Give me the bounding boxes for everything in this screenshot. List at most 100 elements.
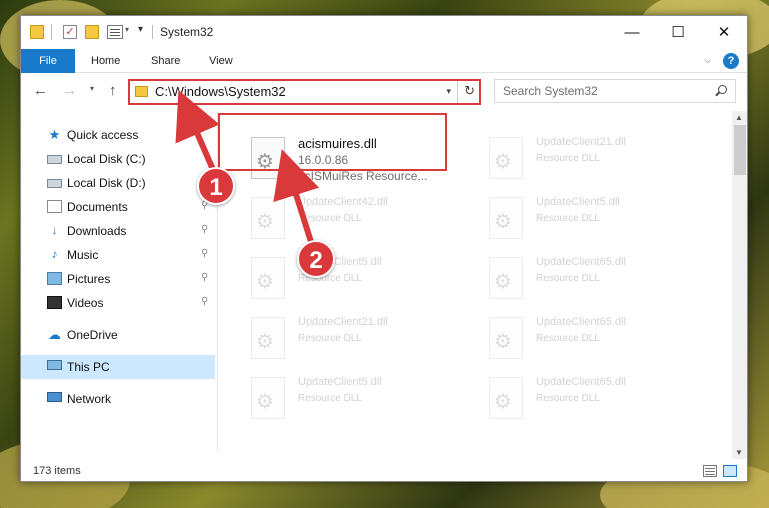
file-item[interactable]: UpdateClient5.dllResource DLL bbox=[241, 371, 466, 427]
pin-icon[interactable]: ⚲ bbox=[201, 224, 208, 235]
highlight-box-file bbox=[218, 113, 447, 171]
videos-icon bbox=[47, 296, 62, 309]
sidebar-item-label: Local Disk (D:) bbox=[67, 176, 146, 190]
dll-file-icon bbox=[489, 257, 523, 299]
back-arrow-icon[interactable]: ← bbox=[33, 82, 48, 99]
file-item[interactable]: UpdateClient65.dll Resource DLL bbox=[479, 311, 704, 367]
address-path[interactable]: C:\Windows\System32 bbox=[155, 84, 286, 99]
dll-file-icon bbox=[251, 197, 285, 239]
up-arrow-icon[interactable]: ↑ bbox=[109, 82, 117, 99]
sidebar-item-local-disk-d[interactable]: Local Disk (D:) bbox=[21, 171, 215, 195]
dll-file-icon bbox=[251, 377, 285, 419]
file-type: Resource DLL bbox=[298, 333, 362, 344]
dll-file-icon bbox=[489, 317, 523, 359]
item-count: 173 items bbox=[33, 465, 81, 477]
help-icon[interactable]: ? bbox=[723, 53, 739, 69]
sidebar-item-pictures[interactable]: Pictures ⚲ bbox=[21, 267, 215, 291]
sidebar-item-this-pc[interactable]: This PC bbox=[21, 355, 215, 379]
pictures-icon bbox=[47, 272, 62, 285]
sidebar-item-videos[interactable]: Videos ⚲ bbox=[21, 291, 215, 315]
sidebar-item-label: Network bbox=[67, 392, 112, 406]
disk-icon bbox=[47, 179, 62, 188]
pin-icon[interactable]: ⚲ bbox=[201, 296, 208, 307]
sidebar-item-quick-access[interactable]: ★ Quick access bbox=[21, 123, 215, 147]
chevron-down-icon[interactable]: ⌵ bbox=[704, 55, 711, 66]
sidebar-item-local-disk-c[interactable]: Local Disk (C:) bbox=[21, 147, 215, 171]
pin-icon[interactable]: ⚲ bbox=[201, 272, 208, 283]
step-2-badge: 2 bbox=[297, 240, 335, 278]
file-item[interactable]: UpdateClient65.dll Resource DLL bbox=[479, 251, 704, 307]
tab-view[interactable]: View bbox=[195, 49, 247, 73]
file-name: UpdateClient65.dll bbox=[536, 376, 626, 388]
address-bar[interactable]: C:\Windows\System32 ▾ ↻ bbox=[128, 79, 481, 105]
file-type: Resource DLL bbox=[298, 213, 362, 224]
sidebar-item-network[interactable]: Network bbox=[21, 387, 215, 411]
new-folder-icon[interactable] bbox=[85, 25, 99, 39]
search-icon[interactable] bbox=[718, 85, 727, 94]
refresh-icon[interactable]: ↻ bbox=[464, 83, 475, 99]
downloads-icon: ↓ bbox=[51, 223, 58, 237]
scroll-up-icon[interactable]: ▲ bbox=[735, 113, 743, 122]
file-name: UpdateClient65.dll bbox=[536, 316, 626, 328]
file-item[interactable]: UpdateClient5.dll Resource DLL bbox=[479, 191, 704, 247]
tiles-view-icon[interactable] bbox=[723, 465, 737, 477]
tab-file[interactable]: File bbox=[21, 49, 75, 73]
tab-home[interactable]: Home bbox=[77, 49, 134, 73]
file-type: Resource DLL bbox=[536, 333, 600, 344]
file-item[interactable]: UpdateClient42.dll Resource DLL bbox=[241, 191, 466, 247]
tab-share[interactable]: Share bbox=[137, 49, 194, 73]
star-icon: ★ bbox=[48, 127, 61, 142]
search-input[interactable]: Search System32 bbox=[494, 79, 736, 103]
file-name: UpdateClient21.dll bbox=[536, 136, 626, 148]
file-item[interactable]: UpdateClient21.dll Resource DLL bbox=[479, 131, 704, 187]
file-item[interactable]: UpdateClient21.dll Resource DLL bbox=[241, 311, 466, 367]
details-view-icon[interactable] bbox=[703, 465, 717, 477]
dll-file-icon bbox=[489, 137, 523, 179]
vertical-scrollbar[interactable]: ▲ ▼ bbox=[732, 111, 747, 459]
scroll-down-icon[interactable]: ▼ bbox=[735, 448, 743, 457]
file-type: Resource DLL bbox=[536, 213, 600, 224]
sidebar-item-label: OneDrive bbox=[67, 328, 118, 342]
navigation-bar: ← → ▾ ↑ C:\Windows\System32 ▾ ↻ Search S… bbox=[21, 73, 747, 109]
dll-file-icon bbox=[489, 377, 523, 419]
file-item[interactable]: UpdateClient5.dllResource DLL bbox=[241, 251, 466, 307]
maximize-button[interactable]: ☐ bbox=[655, 16, 701, 49]
toolbar-divider bbox=[51, 24, 52, 40]
documents-icon bbox=[47, 200, 62, 213]
sidebar-item-label: Documents bbox=[67, 200, 128, 214]
sidebar-item-label: Quick access bbox=[67, 128, 139, 142]
address-divider bbox=[457, 81, 458, 103]
sidebar-item-label: This PC bbox=[67, 360, 110, 374]
view-icon[interactable] bbox=[107, 25, 123, 39]
recent-locations-icon[interactable]: ▾ bbox=[90, 84, 94, 93]
address-dropdown-icon[interactable]: ▾ bbox=[446, 86, 451, 97]
sidebar-item-onedrive[interactable]: ☁ OneDrive bbox=[21, 323, 215, 347]
title-divider bbox=[152, 25, 153, 39]
title-bar: ✓ ▾ ▾ System32 — ☐ ✕ bbox=[21, 16, 747, 49]
step-1-badge: 1 bbox=[197, 167, 235, 205]
properties-icon[interactable]: ✓ bbox=[63, 25, 77, 39]
search-placeholder: Search System32 bbox=[503, 84, 598, 98]
customize-toolbar-icon[interactable]: ▾ bbox=[138, 24, 143, 35]
dropdown-icon[interactable]: ▾ bbox=[125, 25, 129, 34]
sidebar-item-label: Downloads bbox=[67, 224, 127, 238]
forward-arrow-icon[interactable]: → bbox=[62, 82, 77, 99]
sidebar-item-label: Pictures bbox=[67, 272, 111, 286]
ribbon: File Home Share View ⌵ ? bbox=[21, 49, 747, 73]
window-title: System32 bbox=[160, 25, 214, 39]
file-name: UpdateClient42.dll bbox=[298, 196, 388, 208]
status-bar: 173 items bbox=[21, 461, 747, 481]
sidebar-item-music[interactable]: ♪ Music ⚲ bbox=[21, 243, 215, 267]
sidebar-item-documents[interactable]: Documents ⚲ bbox=[21, 195, 215, 219]
file-item[interactable]: UpdateClient65.dll Resource DLL bbox=[479, 371, 704, 427]
file-name: UpdateClient5.dll bbox=[536, 196, 620, 208]
close-button[interactable]: ✕ bbox=[701, 16, 747, 49]
file-type: Resource DLL bbox=[536, 273, 600, 284]
sidebar-item-downloads[interactable]: ↓ Downloads ⚲ bbox=[21, 219, 215, 243]
minimize-button[interactable]: — bbox=[609, 16, 655, 49]
dll-file-icon bbox=[251, 257, 285, 299]
scrollbar-thumb[interactable] bbox=[734, 125, 746, 175]
pin-icon[interactable]: ⚲ bbox=[201, 248, 208, 259]
file-name: UpdateClient5.dll bbox=[298, 376, 382, 388]
music-icon: ♪ bbox=[51, 247, 58, 261]
